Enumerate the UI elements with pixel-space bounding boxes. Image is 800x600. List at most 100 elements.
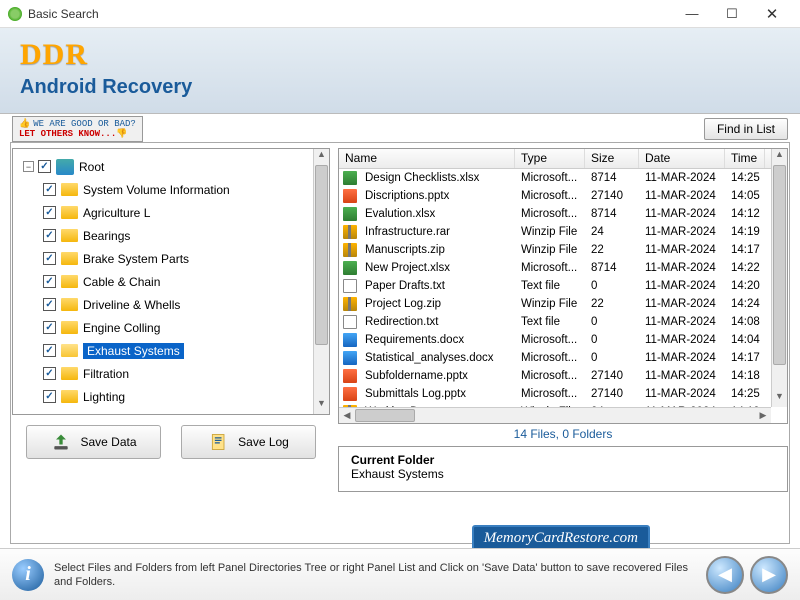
nav-back-button[interactable]: ◀ bbox=[706, 556, 744, 594]
column-date[interactable]: Date bbox=[639, 149, 725, 168]
tree-scrollbar[interactable]: ▲ ▼ bbox=[313, 149, 329, 414]
tree-item[interactable]: ✓System Volume Information bbox=[19, 178, 329, 201]
file-name: New Project.xlsx bbox=[359, 262, 515, 274]
file-time: 14:22 bbox=[725, 262, 765, 274]
file-type: Microsoft... bbox=[515, 334, 585, 346]
tree-item[interactable]: ✓ Cable & Chain bbox=[19, 270, 329, 293]
scroll-left-icon[interactable]: ◀ bbox=[339, 408, 355, 423]
thumbs-down-icon: 👎 bbox=[116, 129, 127, 139]
file-rar-icon bbox=[343, 225, 357, 239]
checkbox[interactable]: ✓ bbox=[43, 298, 56, 311]
scroll-up-icon[interactable]: ▲ bbox=[772, 149, 787, 165]
file-time: 14:05 bbox=[725, 190, 765, 202]
save-data-button[interactable]: Save Data bbox=[26, 425, 161, 459]
scroll-up-icon[interactable]: ▲ bbox=[314, 149, 329, 165]
folder-icon bbox=[61, 321, 78, 334]
save-log-icon bbox=[208, 432, 230, 452]
file-row[interactable]: New Project.xlsxMicrosoft...871411-MAR-2… bbox=[339, 259, 771, 277]
checkbox[interactable]: ✓ bbox=[43, 367, 56, 380]
file-name: Subfoldername.pptx bbox=[359, 370, 515, 382]
file-row[interactable]: Manuscripts.zipWinzip File2211-MAR-20241… bbox=[339, 241, 771, 259]
file-row[interactable]: Requirements.docxMicrosoft...011-MAR-202… bbox=[339, 331, 771, 349]
tree-item[interactable]: ✓Brake System Parts bbox=[19, 247, 329, 270]
file-date: 11-MAR-2024 bbox=[639, 244, 725, 256]
footer-info-text: Select Files and Folders from left Panel… bbox=[54, 561, 700, 589]
scrollbar-thumb[interactable] bbox=[773, 165, 786, 365]
folder-tree-panel: − ✓ Root ✓System Volume Information✓Agri… bbox=[12, 148, 330, 415]
file-type: Text file bbox=[515, 280, 585, 292]
file-name: Evalution.xlsx bbox=[359, 208, 515, 220]
file-time: 14:19 bbox=[725, 226, 765, 238]
checkbox[interactable]: ✓ bbox=[43, 206, 56, 219]
tree-item[interactable]: ✓ Engine Colling bbox=[19, 316, 329, 339]
checkbox[interactable]: ✓ bbox=[43, 183, 56, 196]
tree-item[interactable]: ✓Filtration bbox=[19, 362, 329, 385]
file-docx-icon bbox=[343, 333, 357, 347]
file-name: Discriptions.pptx bbox=[359, 190, 515, 202]
file-txt-icon bbox=[343, 279, 357, 293]
file-row[interactable]: Design Checklists.xlsxMicrosoft...871411… bbox=[339, 169, 771, 187]
checkbox[interactable]: ✓ bbox=[43, 344, 56, 357]
scroll-down-icon[interactable]: ▼ bbox=[772, 391, 787, 407]
file-row[interactable]: Project Log.zipWinzip File2211-MAR-20241… bbox=[339, 295, 771, 313]
save-log-button[interactable]: Save Log bbox=[181, 425, 316, 459]
file-row[interactable]: Discriptions.pptxMicrosoft...2714011-MAR… bbox=[339, 187, 771, 205]
file-row[interactable]: Submittals Log.pptxMicrosoft...2714011-M… bbox=[339, 385, 771, 403]
close-button[interactable]: ✕ bbox=[752, 3, 792, 25]
file-time: 14:25 bbox=[725, 172, 765, 184]
file-time: 14:25 bbox=[725, 388, 765, 400]
folder-icon bbox=[61, 344, 78, 357]
tree-item-label: Driveline & Whells bbox=[83, 298, 180, 312]
folder-icon bbox=[61, 275, 78, 288]
tree-item[interactable]: ✓ Driveline & Whells bbox=[19, 293, 329, 316]
file-row[interactable]: Paper Drafts.txtText file011-MAR-202414:… bbox=[339, 277, 771, 295]
scroll-right-icon[interactable]: ▶ bbox=[755, 408, 771, 423]
column-name[interactable]: Name bbox=[339, 149, 515, 168]
tree-item[interactable]: ✓ Exhaust Systems bbox=[19, 339, 329, 362]
file-date: 11-MAR-2024 bbox=[639, 334, 725, 346]
scrollbar-thumb[interactable] bbox=[315, 165, 328, 345]
tree-root[interactable]: − ✓ Root bbox=[19, 155, 329, 178]
checkbox[interactable]: ✓ bbox=[43, 229, 56, 242]
file-type: Microsoft... bbox=[515, 172, 585, 184]
file-row[interactable]: Infrastructure.rarWinzip File2411-MAR-20… bbox=[339, 223, 771, 241]
file-hscrollbar[interactable]: ◀ ▶ bbox=[339, 407, 771, 423]
file-row[interactable]: Evalution.xlsxMicrosoft...871411-MAR-202… bbox=[339, 205, 771, 223]
checkbox[interactable]: ✓ bbox=[38, 160, 51, 173]
column-size[interactable]: Size bbox=[585, 149, 639, 168]
maximize-button[interactable]: ☐ bbox=[712, 3, 752, 25]
tree-item[interactable]: ✓Bearings bbox=[19, 224, 329, 247]
file-zip-icon bbox=[343, 297, 357, 311]
tree-item-label: Engine Colling bbox=[83, 321, 160, 335]
find-in-list-button[interactable]: Find in List bbox=[704, 118, 788, 140]
current-folder-panel: Current Folder Exhaust Systems bbox=[338, 446, 788, 492]
checkbox[interactable]: ✓ bbox=[43, 390, 56, 403]
tree-item-label: Cable & Chain bbox=[83, 275, 160, 289]
current-folder-header: Current Folder bbox=[351, 453, 775, 467]
nav-forward-button[interactable]: ▶ bbox=[750, 556, 788, 594]
file-list-body[interactable]: Design Checklists.xlsxMicrosoft...871411… bbox=[339, 169, 771, 407]
folder-icon bbox=[61, 252, 78, 265]
file-row[interactable]: Subfoldername.pptxMicrosoft...2714011-MA… bbox=[339, 367, 771, 385]
titlebar: Basic Search — ☐ ✕ bbox=[0, 0, 800, 28]
file-row[interactable]: Statistical_analyses.docxMicrosoft...011… bbox=[339, 349, 771, 367]
scrollbar-thumb[interactable] bbox=[355, 409, 415, 422]
collapse-icon[interactable]: − bbox=[23, 161, 34, 172]
scroll-down-icon[interactable]: ▼ bbox=[314, 398, 329, 414]
file-row[interactable]: Redirection.txtText file011-MAR-202414:0… bbox=[339, 313, 771, 331]
toolbar: 👍WE ARE GOOD OR BAD? LET OTHERS KNOW...👎… bbox=[0, 114, 800, 144]
column-time[interactable]: Time bbox=[725, 149, 765, 168]
column-type[interactable]: Type bbox=[515, 149, 585, 168]
tree-item-label: Exhaust Systems bbox=[83, 343, 184, 359]
tree-item[interactable]: ✓Lighting bbox=[19, 385, 329, 408]
minimize-button[interactable]: — bbox=[672, 3, 712, 25]
file-date: 11-MAR-2024 bbox=[639, 172, 725, 184]
checkbox[interactable]: ✓ bbox=[43, 275, 56, 288]
folder-tree[interactable]: − ✓ Root ✓System Volume Information✓Agri… bbox=[13, 149, 329, 414]
tree-item[interactable]: ✓Agriculture L bbox=[19, 201, 329, 224]
file-vscrollbar[interactable]: ▲ ▼ bbox=[771, 149, 787, 407]
checkbox[interactable]: ✓ bbox=[43, 321, 56, 334]
feedback-button[interactable]: 👍WE ARE GOOD OR BAD? LET OTHERS KNOW...👎 bbox=[12, 116, 143, 142]
file-date: 11-MAR-2024 bbox=[639, 280, 725, 292]
checkbox[interactable]: ✓ bbox=[43, 252, 56, 265]
